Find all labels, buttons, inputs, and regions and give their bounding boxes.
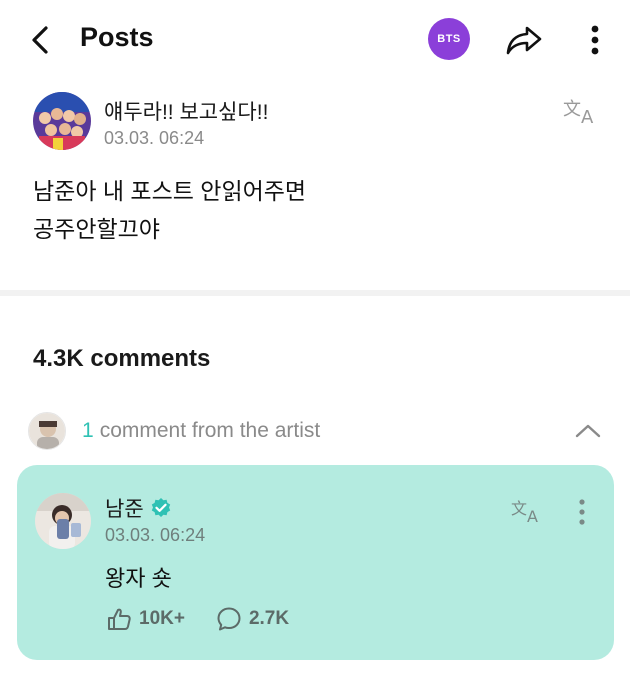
share-arrow-icon — [506, 26, 542, 55]
post-body: 남준아 내 포스트 안읽어주면 공주안할끄야 — [33, 172, 553, 248]
back-button[interactable] — [22, 20, 58, 60]
like-icon — [105, 605, 133, 633]
top-app-bar: Posts BTS — [0, 0, 630, 80]
more-vertical-icon — [579, 499, 585, 525]
artist-comments-toggle[interactable]: 1 comment from the artist — [0, 408, 630, 454]
artist-comment-card: 남준 03.03. 06:24 왕자 숏 文 A 10K+ 2.7K — [17, 465, 614, 660]
artist-name-row: 남준 — [105, 493, 172, 523]
chevron-up-icon — [575, 424, 601, 438]
artist-name[interactable]: 남준 — [105, 493, 144, 523]
section-divider — [0, 290, 630, 296]
svg-text:A: A — [527, 507, 538, 524]
post-body-line: 공주안할끄야 — [33, 216, 160, 242]
translate-post-button[interactable]: 文 A — [560, 92, 604, 128]
translate-icon: 文 A — [511, 499, 538, 524]
post-author-name[interactable]: 얘두라!! 보고싶다!! — [104, 96, 268, 126]
community-badge[interactable]: BTS — [428, 18, 470, 60]
artist-comment-text: comment from the artist — [99, 419, 321, 442]
chevron-left-icon — [32, 26, 48, 54]
collapse-button[interactable] — [570, 416, 606, 446]
page-title: Posts — [80, 22, 154, 52]
like-count: 10K+ — [139, 608, 185, 629]
svg-text:A: A — [581, 107, 594, 125]
artist-comments-label: 1 comment from the artist — [82, 419, 320, 443]
like-button[interactable]: 10K+ — [105, 605, 185, 633]
comments-count: 4.3K comments — [33, 345, 211, 372]
post-body-line: 남준아 내 포스트 안읽어주면 — [33, 178, 307, 204]
artist-comment-count: 1 — [82, 419, 94, 442]
comment-actions: 10K+ 2.7K — [105, 605, 319, 633]
verified-badge-icon — [150, 497, 172, 519]
reply-count: 2.7K — [248, 608, 290, 629]
reply-button[interactable]: 2.7K — [215, 605, 289, 633]
comment-bubble-icon — [215, 605, 243, 633]
translate-icon: 文 A — [563, 99, 594, 125]
svg-text:文: 文 — [563, 99, 581, 120]
artist-mini-avatar — [28, 412, 66, 450]
artist-comment-text: 왕자 숏 — [105, 566, 172, 591]
artist-avatar[interactable] — [35, 493, 91, 549]
post-author-avatar[interactable] — [33, 92, 91, 150]
svg-text:文: 文 — [511, 499, 527, 518]
comment-more-button[interactable] — [571, 495, 593, 529]
artist-comment-timestamp: 03.03. 06:24 — [105, 525, 206, 545]
translate-comment-button[interactable]: 文 A — [509, 493, 547, 527]
more-options-button[interactable] — [580, 20, 610, 60]
post-timestamp: 03.03. 06:24 — [104, 128, 205, 148]
share-button[interactable] — [504, 20, 544, 60]
more-vertical-icon — [591, 25, 599, 55]
